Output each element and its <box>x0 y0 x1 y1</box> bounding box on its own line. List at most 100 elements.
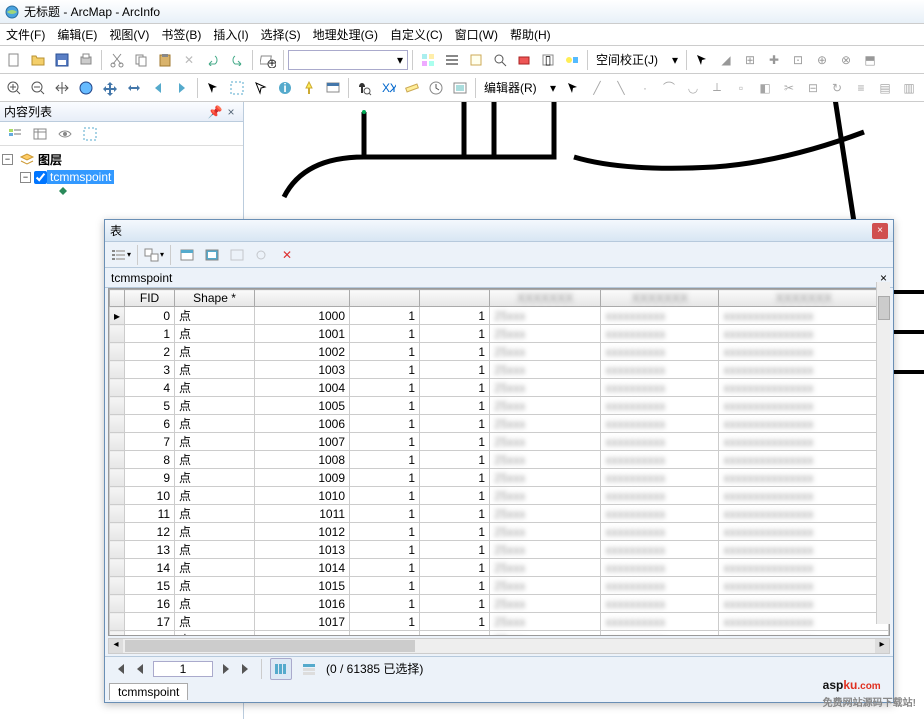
cell[interactable]: 1 <box>420 487 490 505</box>
column-header[interactable] <box>420 290 490 307</box>
cell[interactable]: xxxxxxxxxx <box>601 379 719 397</box>
cell[interactable]: xxxxxxxxxx <box>601 361 719 379</box>
edit-point[interactable]: · <box>634 77 656 99</box>
cell[interactable]: 1014 <box>255 559 350 577</box>
cell[interactable]: 9 <box>125 469 175 487</box>
cell[interactable] <box>110 505 125 523</box>
arcToolbox-btn[interactable] <box>513 49 535 71</box>
cell[interactable]: 1 <box>420 613 490 631</box>
cell[interactable]: 1 <box>420 541 490 559</box>
table-footer-tab[interactable]: tcmmspoint <box>109 683 188 700</box>
cell[interactable] <box>110 577 125 595</box>
goto-xy-button[interactable]: XY <box>377 77 399 99</box>
catalog-btn[interactable] <box>465 49 487 71</box>
cell[interactable]: xxxxxxxxxx <box>601 325 719 343</box>
editor-dropdown[interactable]: 编辑器(R)▾ <box>480 78 560 98</box>
table-row[interactable]: 16点10161125xxxxxxxxxxxxxxxxxxxxxxxxxxxx <box>110 595 889 613</box>
cell[interactable]: 点 <box>175 577 255 595</box>
layer-name-selected[interactable]: tcmmspoint <box>47 170 114 184</box>
edit-vertices[interactable]: ▫ <box>730 77 752 99</box>
cell[interactable]: 25xxx <box>490 397 601 415</box>
forward-extent[interactable] <box>171 77 193 99</box>
last-record-btn[interactable] <box>239 662 253 676</box>
cell[interactable]: xxxxxxxxxxxxxxx <box>719 397 889 415</box>
select-elements[interactable] <box>250 77 272 99</box>
table-row[interactable]: 9点10091125xxxxxxxxxxxxxxxxxxxxxxxxxxxx <box>110 469 889 487</box>
edit-tool-6[interactable]: ⊗ <box>835 49 857 71</box>
edit-create[interactable]: ▥ <box>898 77 920 99</box>
cell[interactable]: 17 <box>125 613 175 631</box>
tree-root-row[interactable]: − 图层 <box>2 150 241 169</box>
cell[interactable]: xxxxxxxxxxxxxxx <box>719 325 889 343</box>
cell[interactable]: xxxxxxxxxx <box>601 505 719 523</box>
cell[interactable]: 1010 <box>255 487 350 505</box>
cell[interactable]: 10 <box>125 487 175 505</box>
collapse-icon[interactable]: − <box>20 172 31 183</box>
cell[interactable]: 15 <box>125 577 175 595</box>
table-row[interactable]: 8点10081125xxxxxxxxxxxxxxxxxxxxxxxxxxxx <box>110 451 889 469</box>
table-hscrollbar[interactable]: ◂▸ <box>108 638 890 654</box>
cell[interactable]: 1 <box>350 541 420 559</box>
list-by-selection-btn[interactable] <box>79 123 101 145</box>
edit-annotation[interactable]: ╱ <box>586 77 608 99</box>
table-window-titlebar[interactable]: 表 × <box>105 220 893 242</box>
cell[interactable]: xxxxxxxxxx <box>601 469 719 487</box>
cell[interactable]: xxxxxxxxxx <box>601 595 719 613</box>
cell[interactable]: 点 <box>175 307 255 325</box>
table-row[interactable]: 1点10011125xxxxxxxxxxxxxxxxxxxxxxxxxxxx <box>110 325 889 343</box>
cell[interactable]: 点 <box>175 343 255 361</box>
edit-tool-5[interactable]: ⊕ <box>811 49 833 71</box>
cell[interactable]: 12 <box>125 523 175 541</box>
search-btn[interactable] <box>489 49 511 71</box>
cut-button[interactable] <box>106 49 128 71</box>
cell[interactable]: xxxxxxxxxxxxxxx <box>719 433 889 451</box>
cell[interactable] <box>110 325 125 343</box>
table-row[interactable]: ▸0点10001125xxxxxxxxxxxxxxxxxxxxxxxxxxxx <box>110 307 889 325</box>
cell[interactable]: 1 <box>420 523 490 541</box>
model-btn[interactable] <box>561 49 583 71</box>
table-options-btn[interactable]: ▾ <box>110 244 132 266</box>
cell[interactable] <box>110 469 125 487</box>
cell[interactable]: 1 <box>350 451 420 469</box>
copy-button[interactable] <box>130 49 152 71</box>
cell[interactable]: 1003 <box>255 361 350 379</box>
cell[interactable]: xxxxxxxxxxxxxxx <box>719 577 889 595</box>
full-extent-button[interactable] <box>75 77 97 99</box>
space-correct-dropdown[interactable]: 空间校正(J)▾ <box>592 50 682 70</box>
cell[interactable]: xxxxxxxxxx <box>601 541 719 559</box>
close-button[interactable]: × <box>872 223 888 239</box>
cell[interactable]: 点 <box>175 505 255 523</box>
cell[interactable]: 1 <box>350 307 420 325</box>
cell[interactable]: 1016 <box>255 595 350 613</box>
first-record-btn[interactable] <box>113 662 127 676</box>
cell[interactable]: 1006 <box>255 415 350 433</box>
cell[interactable]: 点 <box>175 415 255 433</box>
measure-button[interactable] <box>401 77 423 99</box>
cell[interactable]: 25xxx <box>490 505 601 523</box>
delete-selected-btn[interactable]: ✕ <box>276 244 298 266</box>
cell[interactable]: 1000 <box>255 307 350 325</box>
table-row[interactable]: 15点10151125xxxxxxxxxxxxxxxxxxxxxxxxxxxx <box>110 577 889 595</box>
cell[interactable] <box>110 559 125 577</box>
list-by-source-btn[interactable] <box>29 123 51 145</box>
edit-split[interactable]: ⊟ <box>802 77 824 99</box>
cell[interactable]: 1 <box>350 361 420 379</box>
cell[interactable]: xxxxxxxxxx <box>601 433 719 451</box>
cell[interactable]: 18 <box>125 631 175 637</box>
list-by-visibility-btn[interactable] <box>54 123 76 145</box>
cell[interactable]: xxxxxxxxxx <box>601 577 719 595</box>
menu-item[interactable]: 编辑(E) <box>51 26 103 43</box>
cell[interactable]: 1 <box>350 613 420 631</box>
cell[interactable]: 1 <box>350 433 420 451</box>
cell[interactable]: 25xxx <box>490 487 601 505</box>
zoom-selected-btn[interactable] <box>251 244 273 266</box>
record-number-input[interactable] <box>153 661 213 677</box>
edit-attributes[interactable]: ≡ <box>850 77 872 99</box>
table-grid[interactable]: FIDShape *XXXXXXXXXXXXXXXXXXXXX ▸0点10001… <box>108 288 890 636</box>
scale-dropdown[interactable]: ▾ <box>288 50 408 70</box>
column-header[interactable] <box>110 290 125 307</box>
edit-tool-3[interactable]: ✚ <box>763 49 785 71</box>
cell[interactable]: 7 <box>125 433 175 451</box>
cell[interactable]: 1012 <box>255 523 350 541</box>
cell[interactable]: xxxxxxxxxxxxxxx <box>719 523 889 541</box>
